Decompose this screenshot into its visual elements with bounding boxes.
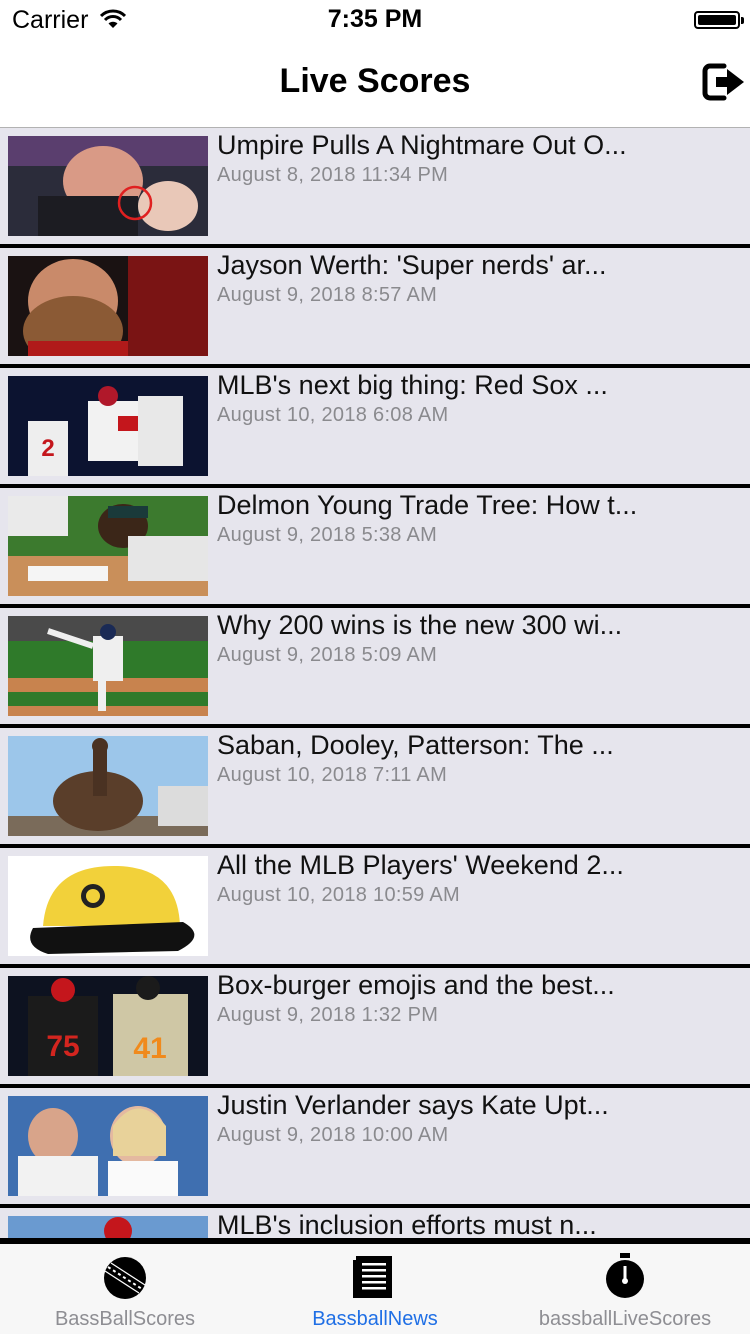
news-row[interactable]: Umpire Pulls A Nightmare Out O... August…	[0, 128, 750, 248]
news-title: Delmon Young Trade Tree: How t...	[217, 490, 638, 520]
tab-bassball-scores[interactable]: BassBallScores	[0, 1244, 250, 1334]
news-thumbnail	[8, 616, 208, 716]
news-date: August 9, 2018 5:38 AM	[217, 524, 438, 546]
news-title: MLB's inclusion efforts must n...	[217, 1210, 597, 1238]
news-thumbnail	[8, 496, 208, 596]
news-date: August 10, 2018 10:59 AM	[217, 884, 460, 906]
news-row[interactable]: Why 200 wins is the new 300 wi... August…	[0, 608, 750, 728]
news-row[interactable]: Justin Verlander says Kate Upt... August…	[0, 1088, 750, 1208]
svg-text:75: 75	[46, 1030, 79, 1063]
news-thumbnail	[8, 856, 208, 956]
news-thumbnail	[8, 736, 208, 836]
svg-text:2: 2	[41, 435, 54, 462]
news-date: August 9, 2018 1:32 PM	[217, 1004, 439, 1026]
news-date: August 10, 2018 7:11 AM	[217, 764, 448, 786]
news-title: All the MLB Players' Weekend 2...	[217, 850, 624, 880]
news-thumbnail	[8, 1096, 208, 1196]
tab-label: BassballNews	[312, 1308, 438, 1330]
baseball-icon	[104, 1257, 146, 1299]
news-thumbnail	[8, 136, 208, 236]
news-list[interactable]: Umpire Pulls A Nightmare Out O... August…	[0, 128, 750, 1238]
news-thumbnail	[8, 256, 208, 356]
tab-bassball-news[interactable]: BassballNews	[250, 1244, 500, 1334]
tab-bassball-live-scores[interactable]: bassballLiveScores	[500, 1244, 750, 1334]
news-row[interactable]: Delmon Young Trade Tree: How t... August…	[0, 488, 750, 608]
news-title: Box-burger emojis and the best...	[217, 970, 615, 1000]
news-date: August 10, 2018 6:08 AM	[217, 404, 449, 426]
news-title: Jayson Werth: 'Super nerds' ar...	[217, 250, 607, 280]
news-thumbnail: 75 41	[8, 976, 208, 1076]
stopwatch-icon	[606, 1253, 644, 1298]
news-row[interactable]: Jayson Werth: 'Super nerds' ar... August…	[0, 248, 750, 368]
news-thumbnail	[8, 1216, 208, 1238]
news-row[interactable]: Saban, Dooley, Patterson: The ... August…	[0, 728, 750, 848]
news-date: August 9, 2018 5:09 AM	[217, 644, 438, 666]
news-title: Saban, Dooley, Patterson: The ...	[217, 730, 614, 760]
logout-icon[interactable]	[702, 62, 746, 102]
page-title: Live Scores	[279, 62, 471, 100]
news-row[interactable]: All the MLB Players' Weekend 2... August…	[0, 848, 750, 968]
news-row[interactable]: MLB's inclusion efforts must n...	[0, 1208, 750, 1238]
status-time: 7:35 PM	[327, 5, 423, 33]
tab-bar: BassBallScores BassballNews bassballLive…	[0, 1238, 750, 1334]
navigation-bar: Live Scores	[0, 40, 750, 128]
tab-label: bassballLiveScores	[538, 1308, 712, 1330]
news-thumbnail: 2	[8, 376, 208, 476]
news-date: August 8, 2018 11:34 PM	[217, 164, 449, 186]
status-bar: Carrier 7:35 PM	[0, 0, 750, 40]
news-row[interactable]: 75 41 Box-burger emojis and the best... …	[0, 968, 750, 1088]
battery-icon	[694, 11, 744, 29]
news-row[interactable]: 2 MLB's next big thing: Red Sox ... Augu…	[0, 368, 750, 488]
news-title: MLB's next big thing: Red Sox ...	[217, 370, 608, 400]
newspaper-icon	[353, 1256, 392, 1298]
news-date: August 9, 2018 8:57 AM	[217, 284, 438, 306]
news-title: Why 200 wins is the new 300 wi...	[217, 610, 623, 640]
news-title: Justin Verlander says Kate Upt...	[217, 1090, 609, 1120]
news-title: Umpire Pulls A Nightmare Out O...	[217, 130, 627, 160]
news-date: August 9, 2018 10:00 AM	[217, 1124, 449, 1146]
svg-text:41: 41	[133, 1032, 166, 1065]
tab-label: BassBallScores	[54, 1308, 196, 1330]
